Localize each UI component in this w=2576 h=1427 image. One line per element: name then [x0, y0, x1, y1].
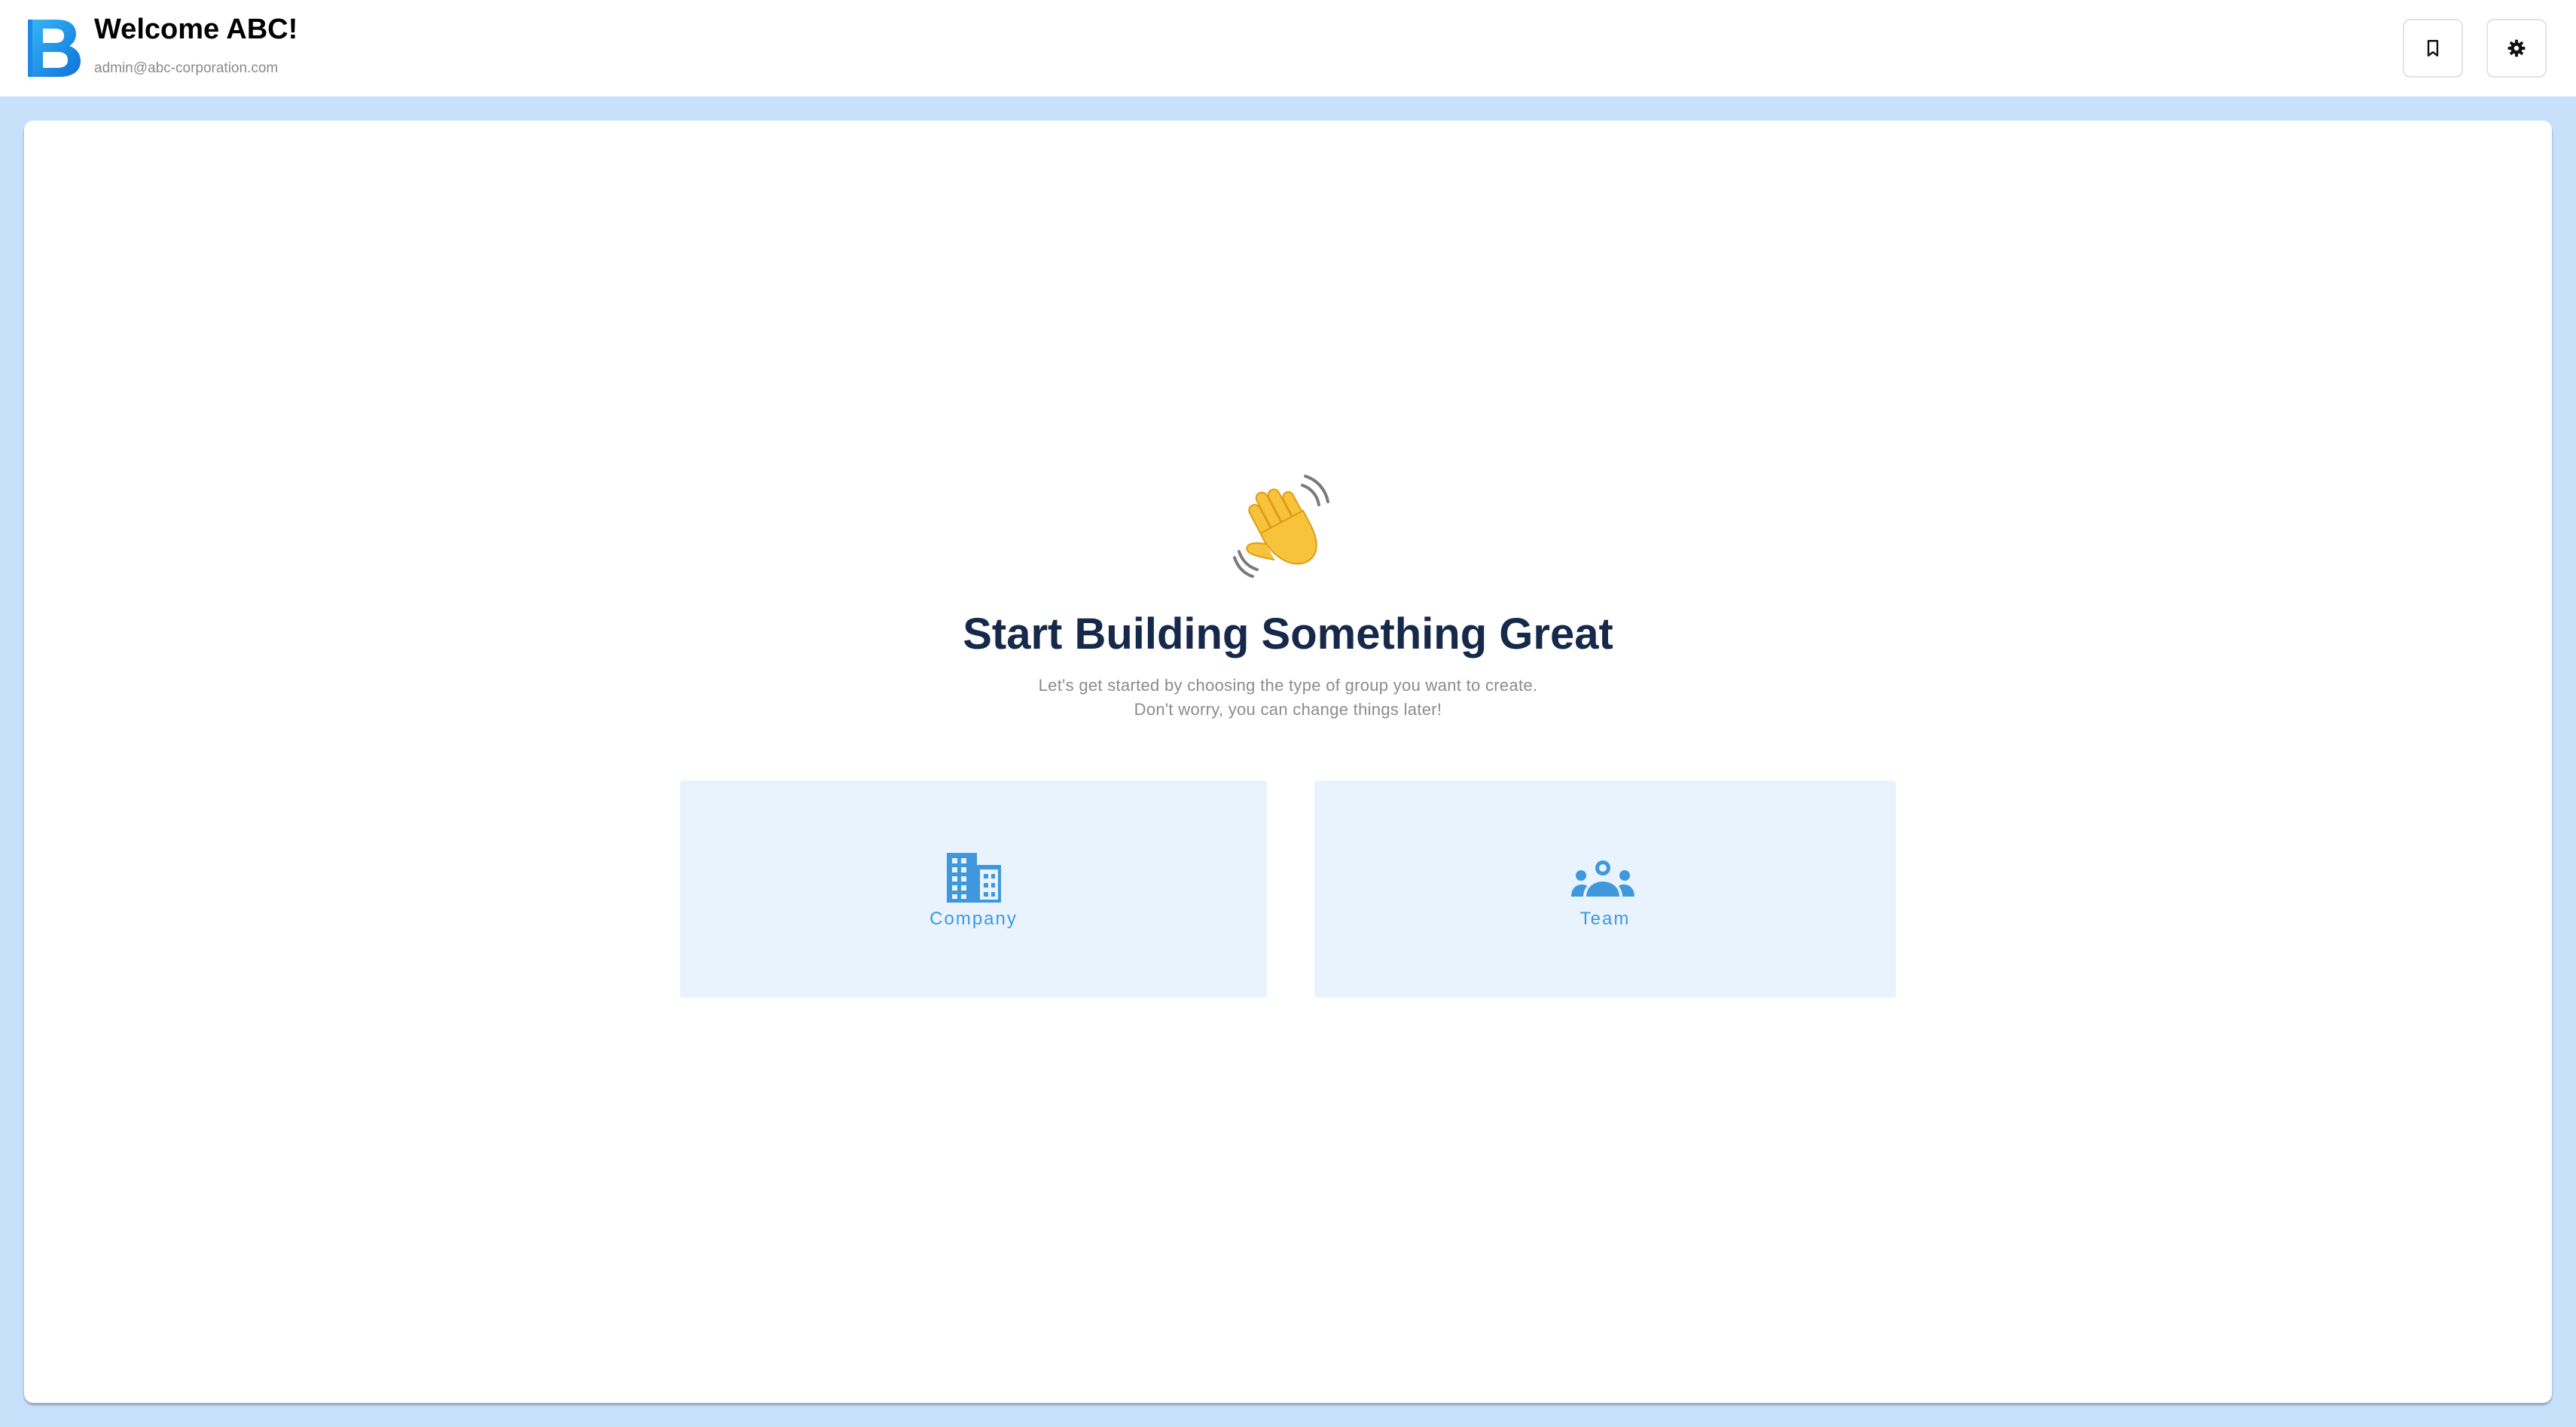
company-option-label: Company [929, 909, 1018, 929]
welcome-title: Welcome ABC! [94, 14, 298, 45]
team-option-label: Team [1579, 909, 1631, 929]
company-option-card[interactable]: Company [680, 781, 1267, 998]
top-header: Welcome ABC! admin@abc-corporation.com [0, 0, 2576, 96]
team-option-card[interactable]: Team [1314, 781, 1896, 998]
gear-icon [2507, 39, 2526, 57]
waving-hand-icon [1233, 475, 1329, 578]
bookmark-button[interactable] [2403, 19, 2463, 78]
page-headline: Start Building Something Great [963, 610, 1613, 658]
subtitle-line-1: Let's get started by choosing the type o… [1038, 676, 1538, 695]
user-email: admin@abc-corporation.com [94, 60, 279, 76]
main-content-card [24, 121, 2552, 1403]
team-icon [1571, 860, 1634, 897]
building-icon [947, 853, 1001, 903]
bookmark-icon [2427, 40, 2439, 57]
subtitle-line-2: Don't worry, you can change things later… [1134, 700, 1442, 719]
b-letter-logo-icon [28, 20, 81, 77]
settings-button[interactable] [2486, 19, 2547, 78]
